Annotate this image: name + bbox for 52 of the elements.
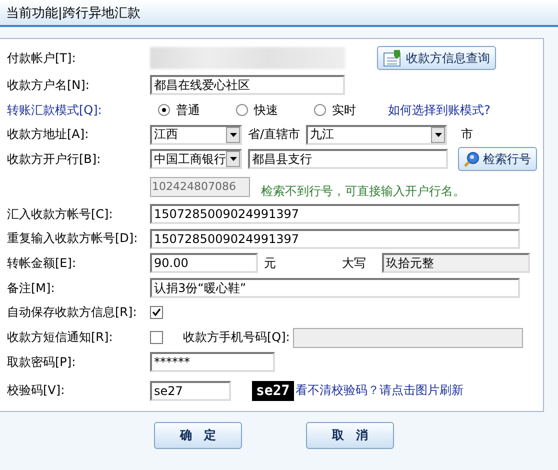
unit-label: 元 — [264, 254, 276, 272]
input-field[interactable]: ****** — [150, 352, 275, 372]
field-label: 备注[M]: — [7, 280, 55, 295]
captcha-image[interactable]: se27 — [252, 380, 294, 401]
help-link[interactable]: 如何选择到账模式? — [388, 102, 490, 119]
field-label: 校验码[V]: — [7, 383, 65, 398]
radio-button[interactable] — [314, 104, 326, 116]
radio-label[interactable]: 实时 — [332, 102, 356, 119]
checkbox[interactable] — [150, 306, 163, 320]
page-title: 当前功能|跨行异地汇款 — [6, 5, 140, 22]
caret-icon — [226, 151, 240, 168]
field-label: 付款帐户[T]: — [7, 50, 76, 64]
hint-text: 检索不到行号，可直接输入开户行名。 — [261, 183, 465, 200]
unit-label: 市 — [461, 126, 474, 144]
radio-label[interactable]: 快速 — [254, 102, 278, 119]
field-label: 大写 — [342, 254, 366, 272]
cancel-button[interactable]: 取 消 — [306, 422, 394, 449]
unit-label: 省/直辖市 — [248, 126, 300, 144]
input-field[interactable]: 1507285009024991397 — [150, 204, 520, 224]
search-icon — [464, 151, 480, 168]
query-button[interactable]: 收款方信息查询 — [377, 46, 496, 70]
input-field[interactable]: se27 — [150, 380, 231, 401]
amount-words-field[interactable]: 玖拾元整 — [382, 253, 530, 274]
field-label: 收款方户名[N]: — [7, 78, 90, 92]
radio-button[interactable] — [236, 104, 248, 116]
checkbox[interactable] — [150, 331, 163, 344]
field-label: 转账汇款模式[Q]: — [7, 102, 102, 117]
field-label: 汇入收款方帐号[C]: — [7, 206, 113, 221]
dropdown[interactable]: 中国工商银行 — [150, 149, 242, 170]
input-field[interactable]: 1507285009024991397 — [150, 228, 520, 249]
dropdown[interactable]: 九江 — [306, 124, 448, 145]
caret-icon — [431, 126, 446, 143]
field-label: 自动保存收款方信息[R]: — [7, 305, 137, 320]
field-label: 取款密码[P]: — [7, 354, 76, 369]
input-field[interactable]: 90.00 — [150, 253, 258, 274]
field-label: 收款方地址[A]: — [7, 127, 89, 142]
document-icon — [383, 49, 403, 67]
field-label: 重复输入收款方帐号[D]: — [7, 231, 138, 246]
field-label: 转帐金额[E]: — [7, 256, 76, 270]
field-label: 收款方开户行[B]: — [7, 152, 101, 166]
confirm-button[interactable]: 确 定 — [154, 422, 242, 449]
radio-label[interactable]: 普通 — [176, 102, 200, 119]
radio-button[interactable] — [158, 104, 170, 116]
input-field[interactable]: 都昌在线爱心社区 — [150, 75, 345, 96]
input-field[interactable]: 都昌县支行 — [248, 149, 448, 170]
refresh-link[interactable]: 看不清校验码？请点击图片刷新 — [296, 382, 464, 400]
field-label: 收款方手机号码[Q]: — [183, 329, 290, 346]
dropdown[interactable]: 江西 — [150, 124, 242, 145]
caret-icon — [226, 126, 240, 143]
field-label: 收款方短信通知[R]: — [7, 330, 113, 344]
input-field[interactable]: 认捐3份“暖心鞋” — [150, 278, 520, 298]
search-button[interactable]: 检索行号 — [458, 147, 537, 172]
